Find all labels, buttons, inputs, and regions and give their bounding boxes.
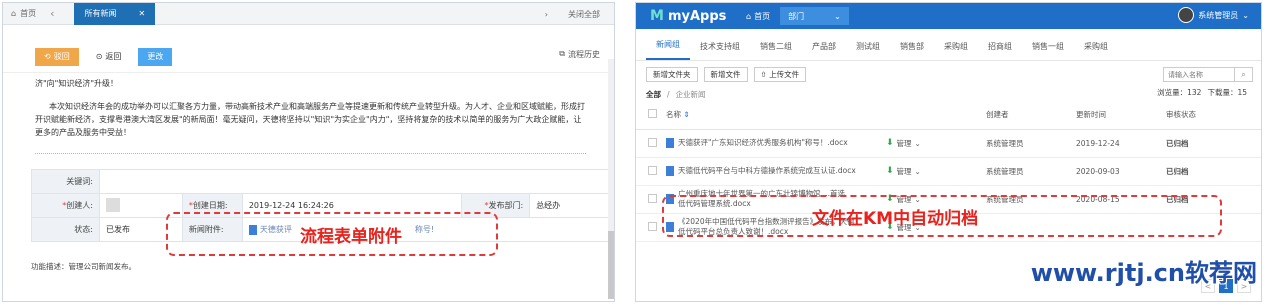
home-icon: ⌂ <box>746 11 752 21</box>
new-folder-button[interactable]: 新增文件夹 <box>646 67 698 82</box>
keywords-field[interactable] <box>99 169 613 194</box>
col-audit: 审核状态 <box>1166 101 1261 130</box>
app-logo[interactable]: M myApps <box>636 8 736 24</box>
return-icon: ⟲ <box>44 52 51 61</box>
close-icon[interactable]: ✕ <box>138 9 145 18</box>
form-toolbar: ⟲ 驳回 ⊙ 返回 更改 ⧉ 流程历史 <box>3 41 614 73</box>
dept-value: 总经办 <box>529 193 613 218</box>
status-label: 状态: <box>31 217 100 242</box>
tab-prev-icon[interactable]: ‹ <box>44 7 60 20</box>
close-all-button[interactable]: 关闭全部 <box>568 9 600 20</box>
download-icon[interactable]: ⬇ <box>886 166 894 176</box>
tab-next-icon[interactable]: › <box>545 10 548 19</box>
col-creator: 创建者 <box>986 101 1076 130</box>
chevron-down-icon: ⌄ <box>914 166 921 176</box>
select-all-checkbox[interactable] <box>648 109 657 119</box>
tab-group-2[interactable]: 销售二组 <box>750 41 802 60</box>
doc-icon <box>666 138 674 148</box>
tab-group-1[interactable]: 技术支持组 <box>690 41 750 60</box>
upload-icon: ⇧ <box>760 70 770 79</box>
manage-menu[interactable]: ⬇ 管理 ⌄ <box>886 138 986 149</box>
tab-group-0[interactable]: 新闻组 <box>646 39 690 60</box>
home-icon: ⌂ <box>11 9 17 18</box>
body-line: 济"向"知识经济"升级！ <box>35 79 119 88</box>
row-creator: 系统管理员 <box>986 129 1076 158</box>
tab-group-6[interactable]: 采购组 <box>934 41 978 60</box>
status-badge: 已归档 <box>1166 129 1261 158</box>
breadcrumb-current[interactable]: 企业新闻 <box>676 89 706 100</box>
tab-bar: ⌂ 首页 ‹ 所有新闻 ✕ › 关闭全部 <box>3 3 614 25</box>
logo-icon: M <box>650 8 664 24</box>
tab-group-8[interactable]: 销售一组 <box>1022 41 1074 60</box>
back-button[interactable]: ⊙ 返回 <box>86 47 131 66</box>
tab-group-3[interactable]: 产品部 <box>802 41 846 60</box>
col-name[interactable]: 名称 ⇕ <box>666 101 886 130</box>
tab-group-5[interactable]: 销售部 <box>890 41 934 60</box>
flow-icon: ⧉ <box>559 49 565 58</box>
nav-home[interactable]: ⌂ 首页 <box>736 11 780 22</box>
file-actions: 新增文件夹 新增文件 ⇧ 上传文件 ⌕ <box>636 61 1261 87</box>
tab-group-9[interactable]: 采购组 <box>1074 41 1118 60</box>
row-date: 2020-09-03 <box>1076 157 1166 186</box>
chevron-down-icon: ⌄ <box>834 11 841 21</box>
status-badge: 已归档 <box>1166 157 1261 186</box>
chevron-down-icon: ⌄ <box>1242 10 1249 20</box>
table-row[interactable]: 天德低代码平台与中科方德操作系统完成互认证.docx ⬇ 管理 ⌄ 系统管理员 20… <box>636 157 1261 186</box>
table-header: 名称 ⇕ 创建者 更新时间 审核状态 <box>636 101 1261 130</box>
tab-group-4[interactable]: 测试组 <box>846 41 890 60</box>
callout-form-attachment: 流程表单附件 <box>300 227 402 247</box>
callout-km-archive: 文件在KM中自动归档 <box>812 209 979 229</box>
search-icon[interactable]: ⌕ <box>1235 67 1253 82</box>
upload-button[interactable]: ⇧ 上传文件 <box>753 67 807 82</box>
left-panel: ⌂ 首页 ‹ 所有新闻 ✕ › 关闭全部 ⟲ 驳回 ⊙ 返回 更改 ⧉ 流程历史 <box>2 2 615 302</box>
breadcrumb-root[interactable]: 全部 <box>646 89 661 100</box>
row-checkbox[interactable] <box>648 137 657 147</box>
scrollbar-thumb[interactable] <box>608 231 614 299</box>
flow-history-link[interactable]: ⧉ 流程历史 <box>559 49 600 60</box>
user-menu[interactable]: 系统管理员 ⌄ <box>1178 7 1249 23</box>
file-name[interactable]: 天德低代码平台与中科方德操作系统完成互认证.docx <box>678 166 856 176</box>
group-tabs: 新闻组 技术支持组 销售二组 产品部 测试组 销售部 采购组 招商组 销售一组 … <box>636 29 1261 61</box>
avatar <box>1178 7 1195 23</box>
breadcrumb-sep: / <box>667 89 670 99</box>
divider <box>35 153 586 154</box>
row-date: 2019-12-24 <box>1076 129 1166 158</box>
row-checkbox[interactable] <box>648 165 657 175</box>
news-body: 济"向"知识经济"升级！ 本次知识经济年会的成功举办可以汇聚各方力量，带动高新技… <box>3 73 614 154</box>
tab-all-news[interactable]: 所有新闻 ✕ <box>74 3 156 25</box>
row-creator: 系统管理员 <box>986 157 1076 186</box>
site-watermark: www.rjtj.cn软荐网 <box>1030 259 1257 287</box>
body-paragraph: 本次知识经济年会的成功举办可以汇聚各方力量，带动高新技术产业和高端服务产业等提速… <box>35 102 585 137</box>
tab-home[interactable]: ⌂ 首页 <box>3 8 44 19</box>
file-counts: 浏览量：132 下载量：15 <box>1157 88 1247 97</box>
tab-group-7[interactable]: 招商组 <box>978 41 1022 60</box>
change-button[interactable]: 更改 <box>138 47 173 66</box>
breadcrumb: 全部 / 企业新闻 浏览量：132 下载量：15 <box>636 87 1261 101</box>
return-button[interactable]: ⟲ 驳回 <box>35 47 79 66</box>
chevron-down-icon: ⌄ <box>914 138 921 148</box>
keywords-label: 关键词: <box>31 169 100 194</box>
table-row[interactable]: 天德获评"广东知识经济优秀服务机构"称号！.docx ⬇ 管理 ⌄ 系统管理员 20… <box>636 129 1261 158</box>
top-nav-bar: M myApps ⌂ 首页 部门 ⌄ 系统管理员 ⌄ <box>636 3 1261 29</box>
back-icon: ⊙ <box>95 52 103 61</box>
manage-menu[interactable]: ⬇ 管理 ⌄ <box>886 166 986 177</box>
tab-right-controls: › 关闭全部 <box>545 3 600 25</box>
avatar <box>106 197 120 212</box>
search-box: ⌕ <box>1163 67 1253 82</box>
sort-icon: ⇕ <box>683 110 690 120</box>
doc-icon <box>666 166 674 176</box>
row-checkbox[interactable] <box>648 221 657 231</box>
nav-dept-select[interactable]: 部门 ⌄ <box>780 7 849 25</box>
function-description: 功能描述：管理公司新闻发布。 <box>31 262 136 271</box>
file-name[interactable]: 天德获评"广东知识经济优秀服务机构"称号！.docx <box>678 138 848 148</box>
download-icon[interactable]: ⬇ <box>886 138 894 148</box>
creator-label: *创建人: <box>31 193 100 218</box>
new-file-button[interactable]: 新增文件 <box>703 67 748 82</box>
col-updated: 更新时间 <box>1076 101 1166 130</box>
search-input[interactable] <box>1163 67 1235 82</box>
row-checkbox[interactable] <box>648 193 657 203</box>
